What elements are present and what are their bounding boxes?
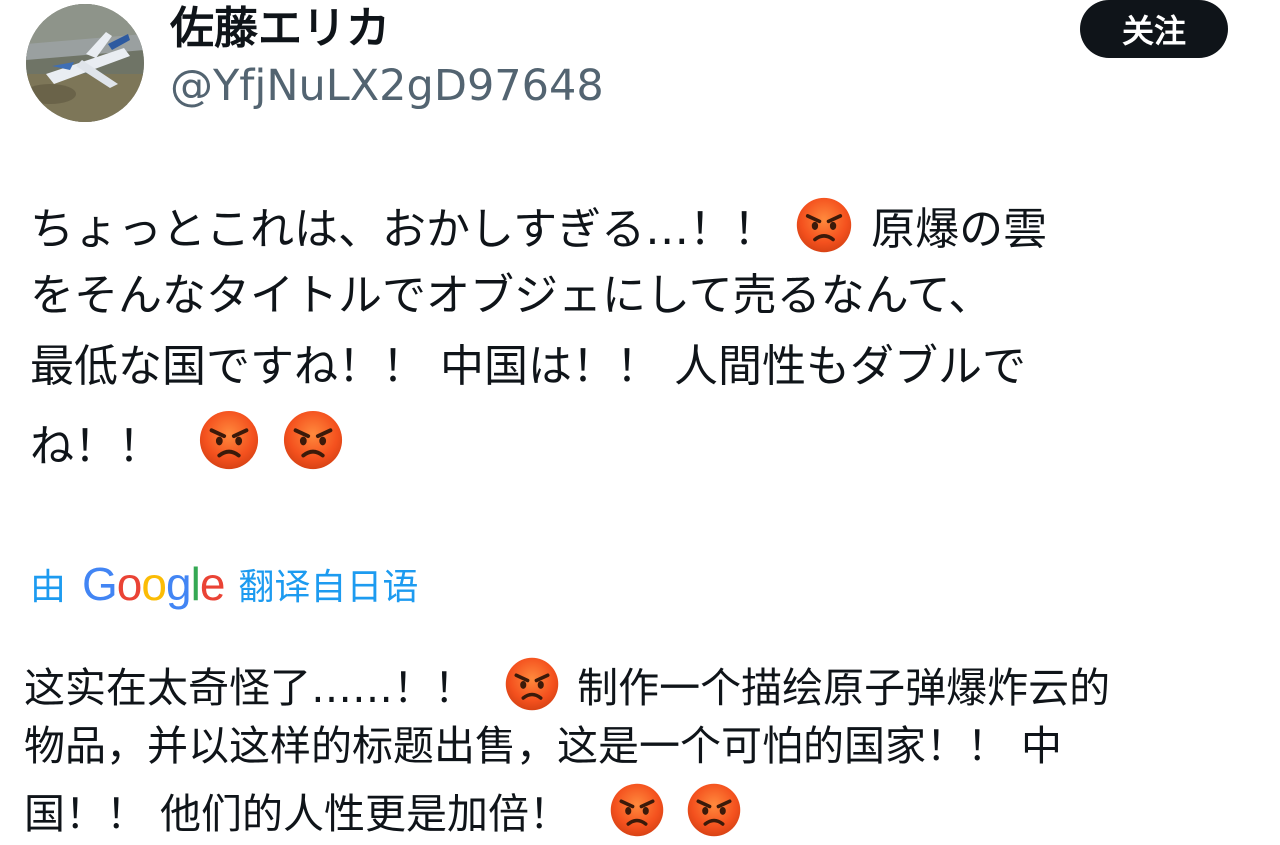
tweet-text: ちょっとこれは、おかしすぎる…！！ 原爆の雲 をそんなタイトルでオブジェにして売…: [30, 196, 1240, 480]
airplane-photo-icon: [26, 4, 144, 122]
translated-line-3: 国！！ 他们的人性更是加倍！: [24, 782, 1254, 838]
translate-suffix: 翻译自日语: [238, 567, 419, 608]
display-name[interactable]: 佐藤エリカ: [170, 2, 390, 56]
tweet-text-segment: ちょっとこれは、おかしすぎる…！！: [30, 204, 778, 255]
translated-text: 这实在太奇怪了……！！ 制作一个描绘原子弹爆炸云的 物品，并以这样的标题出售，这…: [24, 656, 1254, 845]
angry-face-icon: [609, 782, 665, 838]
angry-face-icon: [282, 409, 344, 471]
avatar[interactable]: [26, 4, 144, 122]
angry-face-icon: [686, 782, 742, 838]
user-handle[interactable]: @YfjNuLX2gD97648: [170, 60, 604, 112]
tweet-text-segment: ね！！: [30, 421, 162, 472]
angry-face-icon: [198, 409, 260, 471]
tweet-line-1: ちょっとこれは、おかしすぎる…！！ 原爆の雲: [30, 196, 1240, 255]
translated-line-1: 这实在太奇怪了……！！ 制作一个描绘原子弹爆炸云的: [24, 656, 1254, 712]
tweet-text-segment: 原爆の雲: [871, 204, 1048, 255]
angry-face-icon: [795, 196, 853, 254]
translated-text-segment: 这实在太奇怪了……！！: [24, 664, 475, 712]
translated-text-segment: 国！！ 他们的人性更是加倍！: [24, 790, 571, 838]
tweet-line-2: をそんなタイトルでオブジェにして売るなんて、: [30, 270, 993, 321]
translate-attribution[interactable]: 由 Google 翻译自日语: [30, 556, 418, 612]
translated-line-2: 物品，并以这样的标题出售，这是一个可怕的国家！！ 中: [24, 722, 1063, 770]
follow-button[interactable]: 关注: [1080, 0, 1228, 58]
translate-prefix: 由: [30, 567, 67, 608]
tweet-line-3: 最低な国ですね！！ 中国は！！ 人間性もダブルで: [30, 341, 1026, 392]
google-logo: Google: [82, 558, 225, 610]
translated-text-segment: 制作一个描绘原子弹爆炸云的: [577, 664, 1111, 712]
tweet-line-4: ね！！: [30, 409, 1240, 472]
angry-face-icon: [504, 656, 560, 712]
